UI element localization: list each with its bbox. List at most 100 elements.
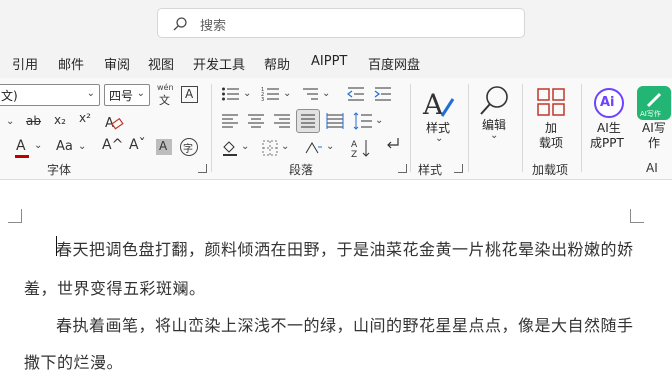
grow-font-button[interactable]: A^ [102, 137, 123, 153]
chevron-down-icon[interactable]: ⌄ [326, 141, 334, 152]
align-left-icon[interactable] [221, 113, 239, 129]
phonetic-guide-button[interactable]: wén 文 [155, 83, 177, 107]
chevron-down-icon[interactable]: ⌄ [78, 141, 86, 152]
ribbon-tabs: 引用 邮件 审阅 视图 开发工具 帮助 AIPPT 百度网盘 [0, 48, 672, 78]
addins-group-label: 加载项 [532, 163, 569, 177]
font-size-value: 四号 [109, 89, 134, 103]
asian-layout-icon[interactable] [304, 139, 324, 157]
chevron-down-icon[interactable]: ⌄ [241, 141, 249, 152]
paragraph-2-line-2[interactable]: 撒下的烂漫。 [24, 349, 123, 370]
tab-mailings[interactable]: 邮件 [58, 54, 84, 73]
line-spacing-icon[interactable] [353, 112, 373, 130]
font-color-swatch [15, 155, 29, 158]
phonetic-top: wén [157, 83, 174, 92]
ai-ppt-label-line2[interactable]: 成PPT [590, 136, 624, 151]
justify-button[interactable] [296, 109, 320, 133]
chevron-down-icon[interactable]: ⌄ [6, 116, 14, 127]
justify-icon [301, 114, 315, 128]
ai-write-label-line1[interactable]: AI写 [642, 121, 666, 136]
numbering-icon[interactable]: 123 [261, 86, 281, 102]
tab-developer[interactable]: 开发工具 [193, 54, 245, 73]
change-case-button[interactable]: Aa [56, 139, 73, 154]
styles-icon[interactable]: A [422, 86, 456, 120]
character-border-button[interactable]: A [181, 86, 198, 103]
paragraph-mark-icon[interactable] [384, 136, 400, 152]
ai-ppt-label-line1[interactable]: AI生 [597, 121, 621, 136]
crop-mark-left [8, 209, 22, 223]
ai-ppt-logo-text: Ai [600, 95, 615, 110]
addins-grid-icon[interactable] [536, 87, 566, 117]
font-name-select[interactable]: 文) ⌄ [0, 84, 100, 106]
subscript-button[interactable]: x₂ [54, 113, 66, 127]
find-magnifier-icon[interactable] [478, 84, 512, 118]
svg-text:A: A [422, 88, 444, 120]
ai-write-label-line2[interactable]: 作 [648, 136, 660, 151]
align-center-icon[interactable] [247, 113, 265, 129]
boxed-a-label: A [185, 87, 194, 101]
clear-formatting-icon[interactable]: A [104, 113, 124, 131]
paragraph-2-line-1[interactable]: 春执着画笔，将山峦染上深浅不一的绿，山间的野花星星点点，像是大自然随手 [56, 312, 634, 336]
chevron-down-icon[interactable]: ⌄ [281, 141, 289, 152]
font-color-a: A [16, 138, 26, 154]
tab-review[interactable]: 审阅 [104, 54, 130, 73]
align-right-icon[interactable] [273, 113, 291, 129]
ai-write-logo-icon[interactable]: AI写作 [637, 86, 671, 120]
shading-bucket-icon[interactable] [221, 139, 239, 157]
superscript-button[interactable]: x² [79, 111, 91, 125]
group-divider [468, 84, 469, 172]
paragraph-1-line-2[interactable]: 羞，世界变得五彩斑斓。 [24, 275, 206, 299]
group-divider [522, 84, 523, 172]
group-divider [211, 84, 212, 172]
character-shading-button[interactable]: A [156, 139, 172, 155]
shade-a-label: A [159, 139, 168, 153]
phonetic-bottom: 文 [159, 94, 170, 107]
tab-references[interactable]: 引用 [12, 54, 38, 73]
title-bar: 搜索 [0, 0, 672, 48]
sort-icon[interactable]: AZ [350, 138, 372, 158]
borders-icon[interactable] [261, 139, 279, 157]
tab-view[interactable]: 视图 [148, 54, 174, 73]
addins-label-line2[interactable]: 载项 [539, 136, 563, 151]
bullets-icon[interactable] [221, 86, 241, 102]
decrease-indent-icon[interactable] [346, 86, 366, 102]
ai-write-badge: AI写作 [640, 110, 661, 118]
search-box[interactable]: 搜索 [157, 8, 525, 38]
font-color-button[interactable]: A ⌄ [12, 138, 42, 160]
group-divider [581, 84, 582, 172]
document-page[interactable]: 春天把调色盘打翻，颜料倾洒在田野，于是油菜花金黄一片桃花晕染出粉嫩的娇 羞，世界… [0, 181, 672, 370]
search-placeholder: 搜索 [200, 19, 227, 34]
tab-help[interactable]: 帮助 [264, 54, 290, 73]
distributed-icon[interactable] [326, 113, 344, 129]
strikethrough-button[interactable]: ab [26, 114, 41, 128]
chevron-down-icon[interactable]: ⌄ [375, 115, 383, 126]
addins-label-line1[interactable]: 加 [545, 121, 557, 136]
tab-aippt[interactable]: AIPPT [311, 54, 347, 69]
chevron-down-icon[interactable]: ⌄ [322, 88, 330, 99]
chevron-down-icon: ⌄ [86, 88, 95, 99]
tab-baidu-netdisk[interactable]: 百度网盘 [368, 54, 420, 73]
enclose-characters-button[interactable]: 字 [180, 138, 198, 156]
ai-ppt-logo-icon[interactable]: Ai [594, 88, 624, 118]
chevron-down-icon[interactable]: ⌄ [490, 130, 498, 141]
font-size-select[interactable]: 四号 ⌄ [104, 84, 150, 106]
paragraph-group-label: 段落 [289, 163, 314, 177]
font-dialog-launcher[interactable] [198, 164, 207, 173]
chevron-down-icon[interactable]: ⌄ [435, 133, 443, 144]
multilevel-list-icon[interactable] [300, 86, 320, 102]
chevron-down-icon[interactable]: ⌄ [283, 88, 291, 99]
crop-mark-right [630, 209, 644, 223]
svg-text:Z: Z [351, 150, 357, 158]
shrink-font-button[interactable]: Aˇ [129, 137, 146, 153]
svg-text:A: A [351, 140, 358, 150]
ribbon: 文) ⌄ 四号 ⌄ wén 文 A ⌄ ab x₂ x² A A ⌄ Aa ⌄ … [0, 78, 672, 180]
paragraph-1-line-1[interactable]: 春天把调色盘打翻，颜料倾洒在田野，于是油菜花金黄一片桃花晕染出粉嫩的娇 [56, 236, 634, 260]
group-divider [410, 84, 411, 172]
font-name-value: 文) [1, 89, 18, 103]
styles-group-label: 样式 [418, 163, 443, 177]
increase-indent-icon[interactable] [373, 86, 393, 102]
search-icon [173, 17, 187, 31]
chevron-down-icon[interactable]: ⌄ [243, 88, 251, 99]
styles-dialog-launcher[interactable] [454, 164, 463, 173]
ai-group-label: AI [646, 161, 658, 175]
paragraph-dialog-launcher[interactable] [398, 164, 407, 173]
